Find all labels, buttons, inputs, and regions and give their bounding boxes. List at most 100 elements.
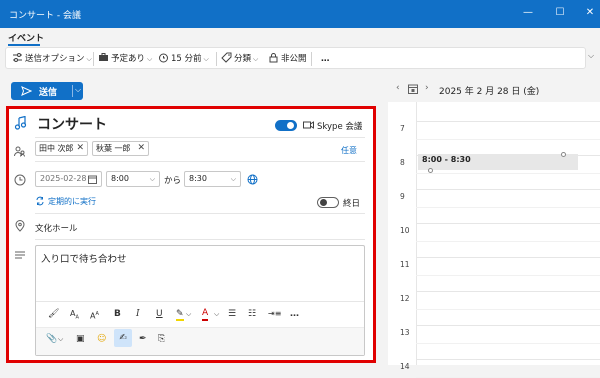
send-options-label: 送信オプション: [25, 54, 85, 64]
bullet-list-icon[interactable]: ☰: [228, 307, 236, 321]
hour-label: 14: [400, 362, 410, 371]
chevron-down-icon[interactable]: ⌵: [214, 307, 219, 321]
font-size-icon[interactable]: AA: [90, 307, 99, 321]
chevron-down-icon[interactable]: ⌵: [58, 332, 63, 346]
tab-event[interactable]: イベント: [8, 31, 44, 44]
chevron-down-icon[interactable]: ⌵: [532, 84, 537, 93]
emoji-icon[interactable]: ☺: [97, 332, 106, 346]
repeat-icon: [36, 196, 44, 206]
underline-icon[interactable]: U: [156, 307, 163, 321]
chevron-down-icon[interactable]: ⌵: [186, 307, 191, 321]
loop-icon[interactable]: ⎘: [158, 332, 165, 346]
hour-label: 9: [400, 192, 405, 201]
attach-icon[interactable]: 📎: [46, 332, 57, 346]
close-button[interactable]: ✕: [583, 6, 597, 20]
collapse-ribbon-icon[interactable]: ⌵: [588, 51, 594, 61]
resize-handle-top[interactable]: [561, 152, 566, 157]
categorize-button[interactable]: 分類 ⌵: [221, 52, 258, 66]
designer-icon[interactable]: ✍: [114, 329, 132, 347]
chevron-down-icon[interactable]: ⌵: [75, 85, 81, 95]
more-format-icon[interactable]: …: [290, 307, 299, 321]
event-form: コンサート Skype 会議 田中 次郎 ✕ 秋葉 一郎 ✕ 任意 2025-02-…: [6, 106, 376, 363]
send-options-button[interactable]: 送信オプション ⌵: [12, 52, 92, 66]
to-label: から: [164, 176, 182, 186]
appointment-block[interactable]: 8:00 - 8:30: [418, 154, 578, 170]
more-options-button[interactable]: …: [321, 52, 330, 66]
separator: [72, 85, 73, 97]
start-date-field[interactable]: 2025-02-28: [35, 171, 102, 187]
remove-attendee-icon[interactable]: ✕: [137, 142, 145, 155]
tab-underline: [8, 44, 40, 46]
next-day-icon[interactable]: ›: [425, 83, 429, 93]
skype-toggle[interactable]: [275, 120, 297, 131]
chevron-down-icon: ⌵: [149, 175, 155, 183]
sliders-icon: [13, 53, 22, 62]
categorize-label: 分類: [234, 54, 252, 64]
signature-icon[interactable]: ✒: [139, 332, 147, 346]
indent-icon[interactable]: ⇥≡: [268, 307, 281, 321]
resize-handle-bottom[interactable]: [428, 168, 433, 173]
location-pin-icon: [15, 220, 25, 232]
hour-label: 7: [400, 124, 405, 133]
hour-line: [416, 291, 600, 292]
event-title-input[interactable]: コンサート: [37, 114, 107, 134]
location-input[interactable]: 文化ホール: [35, 222, 78, 234]
remove-attendee-icon[interactable]: ✕: [76, 142, 84, 155]
end-time-value: 8:30: [189, 174, 207, 183]
maximize-button[interactable]: ☐: [553, 6, 567, 20]
calendar-date[interactable]: 2025 年 2 月 28 日 (金): [439, 84, 539, 97]
tag-icon: [221, 52, 232, 63]
chevron-down-icon: ⌵: [86, 55, 92, 63]
hour-label: 11: [400, 260, 410, 269]
music-note-icon: [14, 116, 27, 130]
half-hour-line: [416, 309, 600, 310]
minimize-button[interactable]: —: [521, 6, 535, 20]
calendar-header: ‹ › 2025 年 2 月 28 日 (金) ⌵: [388, 76, 600, 102]
hour-label: 10: [400, 226, 410, 235]
italic-icon[interactable]: I: [136, 307, 140, 321]
start-date-value: 2025-02-28: [40, 174, 87, 183]
divider: [35, 137, 365, 138]
attendee-chip[interactable]: 田中 次郎 ✕: [35, 141, 88, 156]
recurrence-link[interactable]: 定期的に実行: [48, 196, 96, 207]
private-button[interactable]: 非公開: [268, 52, 307, 66]
send-button[interactable]: 送信 ⌵: [11, 82, 83, 100]
chevron-down-icon: ⌵: [147, 55, 153, 63]
reminder-button[interactable]: 15 分前 ⌵: [158, 52, 209, 66]
lock-icon: [269, 53, 278, 63]
chevron-down-icon: ⌵: [253, 55, 259, 63]
show-as-button[interactable]: 予定あり ⌵: [98, 52, 152, 66]
insert-toolbar: [36, 327, 364, 355]
numbered-list-icon[interactable]: ☷: [248, 307, 256, 321]
divider: [35, 161, 365, 162]
bold-icon[interactable]: B: [114, 307, 121, 321]
start-time-select[interactable]: 8:00 ⌵: [106, 171, 160, 187]
calendar-pane: ‹ › 2025 年 2 月 28 日 (金) ⌵ 7 8 9 10 11 12 13 14 …: [388, 76, 600, 378]
half-hour-line: [416, 173, 600, 174]
briefcase-icon: [99, 53, 108, 61]
event-body-text: 入り口で待ち合わせ: [41, 254, 127, 265]
all-day-toggle[interactable]: [317, 197, 339, 208]
divider: [36, 301, 364, 302]
format-painter-icon[interactable]: 🖌: [48, 307, 59, 321]
skype-label: Skype 会議: [317, 122, 363, 132]
today-calendar-icon[interactable]: [408, 84, 418, 94]
attendee-name: 田中 次郎: [39, 144, 74, 153]
end-time-select[interactable]: 8:30 ⌵: [184, 171, 241, 187]
private-label: 非公開: [281, 54, 307, 64]
image-icon[interactable]: ▣: [76, 332, 85, 346]
globe-icon[interactable]: [247, 174, 258, 185]
optional-attendees-link[interactable]: 任意: [341, 145, 357, 156]
chevron-down-icon: ⌵: [230, 175, 236, 183]
send-label: 送信: [39, 88, 58, 98]
event-body-editor[interactable]: 入り口で待ち合わせ 🖌 AA AA B I U ✎ ⌵ A ⌵ ☰ ☷ ⇥≡ ……: [35, 245, 365, 356]
attendee-name: 秋葉 一郎: [96, 144, 131, 153]
highlight-icon[interactable]: ✎: [176, 307, 184, 321]
previous-day-icon[interactable]: ‹: [396, 83, 400, 93]
font-color-icon[interactable]: A: [202, 307, 209, 321]
font-icon[interactable]: AA: [70, 307, 79, 321]
hour-label: 8: [400, 158, 405, 167]
appointment-time: 8:00 - 8:30: [422, 155, 471, 164]
send-icon: [21, 86, 32, 96]
attendee-chip[interactable]: 秋葉 一郎 ✕: [92, 141, 149, 156]
